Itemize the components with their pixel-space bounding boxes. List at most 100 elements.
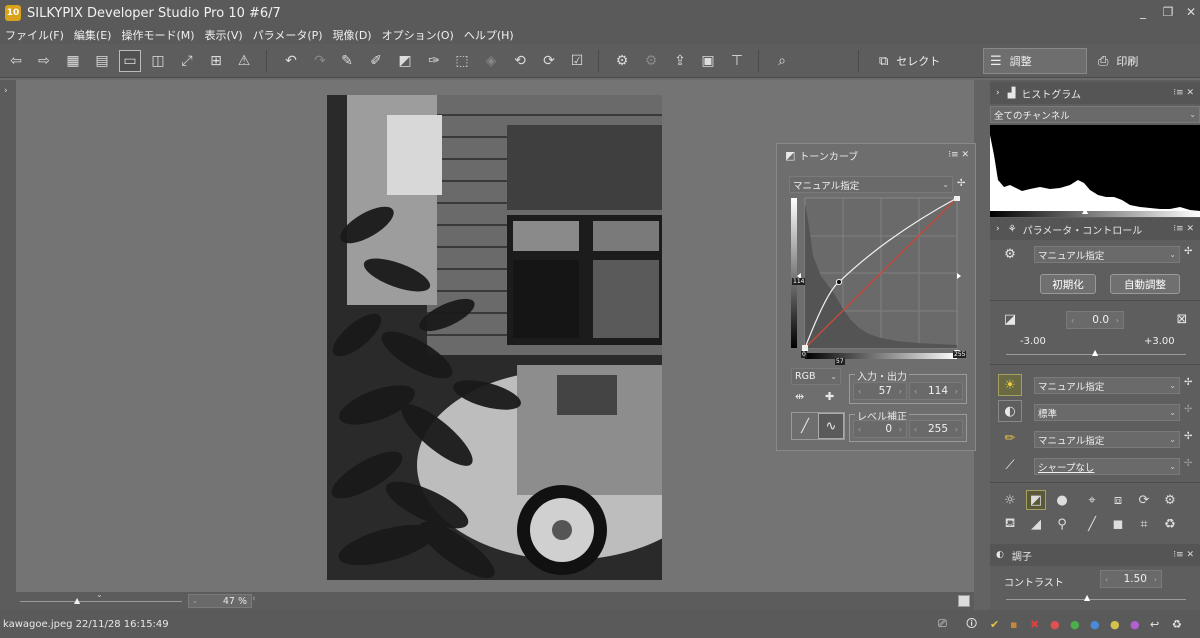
mode-adjust-button[interactable]: ☰ 調整 xyxy=(983,48,1087,74)
zoom-left-arrow-icon[interactable]: ‹ xyxy=(252,594,256,604)
color-green-icon[interactable]: ● xyxy=(1070,618,1080,631)
close-button[interactable]: ✕ xyxy=(1180,3,1200,21)
tag-icon[interactable]: ⎚ xyxy=(938,617,947,631)
panel-menu-icon[interactable]: ⁝≡ ✕ xyxy=(1173,550,1194,560)
crop-tool-icon[interactable]: ⌗ xyxy=(1134,514,1154,534)
compare-view-icon[interactable]: ◫ xyxy=(147,50,169,72)
spin-left-icon[interactable]: ‹ xyxy=(1105,575,1108,584)
color-blue-icon[interactable]: ● xyxy=(1090,618,1100,631)
thumb-preview-view-icon[interactable]: ▤ xyxy=(91,50,113,72)
sharpness-select[interactable]: シャープなし ⌄ xyxy=(1034,458,1180,475)
zoom-dropdown-icon[interactable]: ⌄ xyxy=(192,597,198,605)
tonecurve-header[interactable]: ◩ トーンカーブ ⁝≡ ✕ xyxy=(777,144,975,166)
brush-tool-icon[interactable]: ╱ xyxy=(1082,514,1102,534)
level-high-field[interactable]: ‹ 255 › xyxy=(909,420,963,438)
warning-icon[interactable]: ⚠ xyxy=(233,50,255,72)
undo-mark-icon[interactable]: ↩ xyxy=(1150,618,1159,631)
prev-image-icon[interactable]: ⇦ xyxy=(5,50,27,72)
color-red-icon[interactable]: ● xyxy=(1050,618,1060,631)
trash-icon[interactable]: ♻ xyxy=(1172,618,1182,631)
fullscreen-icon[interactable]: ⤢ xyxy=(176,50,198,72)
mode-select-button[interactable]: ⧉ セレクト xyxy=(873,48,971,74)
right-panel-toggle-strip[interactable] xyxy=(974,80,990,610)
collapse-arrow-icon[interactable]: › xyxy=(996,224,1000,234)
mode-print-button[interactable]: ⎙ 印刷 xyxy=(1092,48,1192,74)
bw-dropper-icon[interactable]: ◩ xyxy=(394,50,416,72)
mark-reject-icon[interactable]: ✖ xyxy=(1030,618,1039,631)
expand-arrow-icon[interactable]: › xyxy=(4,86,8,96)
param-control-header[interactable]: › ⚘ パラメータ・コントロール ⁝≡ ✕ xyxy=(990,218,1200,240)
tool-icon[interactable]: ⊤ xyxy=(726,50,748,72)
menu-edit[interactable]: 編集(E) xyxy=(69,27,117,43)
histogram-channel-select[interactable]: 全てのチャンネル ⌄ xyxy=(990,106,1200,123)
fish-tool-icon[interactable]: ⚲ xyxy=(1052,514,1072,534)
thumbnail-view-icon[interactable]: ▦ xyxy=(62,50,84,72)
gray-dropper-icon[interactable]: ✐ xyxy=(365,50,387,72)
zoom-input[interactable]: ⌄ 47 % xyxy=(188,594,252,608)
contrast-slider-track[interactable] xyxy=(1006,599,1186,600)
spin-right-icon[interactable]: › xyxy=(899,425,902,434)
stamp-tool-icon[interactable]: ◼ xyxy=(1108,514,1128,534)
gradient-tool-icon[interactable]: ◢ xyxy=(1026,514,1046,534)
white-balance-icon[interactable]: ☀ xyxy=(998,374,1022,396)
check-icon[interactable]: ☑ xyxy=(566,50,588,72)
grid-icon[interactable]: ⊞ xyxy=(205,50,227,72)
rotate-left-icon[interactable]: ⟲ xyxy=(509,50,531,72)
white-balance-select[interactable]: マニュアル指定 ⌄ xyxy=(1034,377,1180,394)
exposure-auto-icon[interactable]: ⊠ xyxy=(1170,308,1194,330)
spin-right-icon[interactable]: › xyxy=(1154,575,1157,584)
sphere-tool-icon[interactable]: ● xyxy=(1052,490,1072,510)
navigator-icon[interactable] xyxy=(958,595,970,607)
recycle-tool-icon[interactable]: ♻ xyxy=(1160,514,1180,534)
exposure-icon[interactable]: ◪ xyxy=(998,308,1022,330)
tonecurve-preset-select[interactable]: マニュアル指定 ⌄ xyxy=(789,176,953,193)
paste-dropper-icon[interactable]: ✑ xyxy=(423,50,445,72)
histogram-marker[interactable]: ▲ xyxy=(1082,206,1088,215)
contrast-slider-thumb[interactable]: ▲ xyxy=(1084,593,1090,602)
add-preset-icon[interactable]: ✢ xyxy=(957,178,965,189)
dropper-tool-icon[interactable]: ⌖ xyxy=(1082,490,1102,510)
develop-icon[interactable]: ⚙ xyxy=(611,50,633,72)
panel-menu-icon[interactable]: ⁝≡ ✕ xyxy=(948,150,969,160)
tonecurve-graph[interactable] xyxy=(787,196,967,366)
mark-folder-icon[interactable]: ▪ xyxy=(1010,618,1017,631)
spin-left-icon[interactable]: ‹ xyxy=(914,387,917,396)
zoom-slider-track[interactable] xyxy=(20,601,182,602)
sharpness-icon[interactable]: ⟋ xyxy=(998,454,1022,476)
color-pencil-icon[interactable]: ✏ xyxy=(998,427,1022,449)
add-point-icon[interactable]: ✚ xyxy=(825,390,834,403)
add-color-icon[interactable]: ✢ xyxy=(1184,431,1192,442)
spin-right-icon[interactable]: › xyxy=(955,425,958,434)
spin-right-icon[interactable]: › xyxy=(955,387,958,396)
histogram-header[interactable]: › ▟ ヒストグラム ⁝≡ ✕ xyxy=(990,82,1200,104)
swap-io-icon[interactable]: ⇹ xyxy=(795,390,804,403)
panel-menu-icon[interactable]: ⁝≡ ✕ xyxy=(1173,88,1194,98)
color-purple-icon[interactable]: ● xyxy=(1130,618,1140,631)
spin-left-icon[interactable]: ‹ xyxy=(1071,316,1074,325)
tonecurve-channel-select[interactable]: RGB ⌄ xyxy=(791,368,841,385)
next-image-icon[interactable]: ⇨ xyxy=(33,50,55,72)
exposure-slider-thumb[interactable]: ▲ xyxy=(1092,348,1098,357)
undo-icon[interactable]: ↶ xyxy=(280,50,302,72)
frame-tool-icon[interactable]: ⧈ xyxy=(1108,490,1128,510)
minimize-button[interactable]: _ xyxy=(1132,3,1154,21)
restore-button[interactable]: ❐ xyxy=(1157,3,1179,21)
monitor-icon[interactable]: ▣ xyxy=(697,50,719,72)
mark-check-icon[interactable]: ✔ xyxy=(990,618,999,631)
auto-adjust-button[interactable]: 自動調整 xyxy=(1110,274,1180,294)
rotate-right-icon[interactable]: ⟳ xyxy=(538,50,560,72)
zoom-slider-thumb[interactable]: ▲ xyxy=(74,596,80,605)
add-tone-icon[interactable]: ✢ xyxy=(1184,404,1192,415)
contrast-input[interactable]: ‹ 1.50 › xyxy=(1100,570,1162,588)
settings-tool-icon[interactable]: ⚙ xyxy=(1160,490,1180,510)
bucket-tool-icon[interactable]: ⛾ xyxy=(1000,514,1020,534)
spin-left-icon[interactable]: ‹ xyxy=(858,387,861,396)
menu-parameter[interactable]: パラメータ(P) xyxy=(248,27,328,43)
layers-icon[interactable]: ◈ xyxy=(480,50,502,72)
linear-curve-icon[interactable]: ╱ xyxy=(792,413,818,439)
add-sharp-icon[interactable]: ✢ xyxy=(1184,458,1192,469)
level-low-field[interactable]: ‹ 0 › xyxy=(853,420,907,438)
menu-view[interactable]: 表示(V) xyxy=(200,27,248,43)
info-icon[interactable]: 🛈 xyxy=(966,615,977,634)
io-input-field[interactable]: ‹ 57 › xyxy=(853,382,907,400)
